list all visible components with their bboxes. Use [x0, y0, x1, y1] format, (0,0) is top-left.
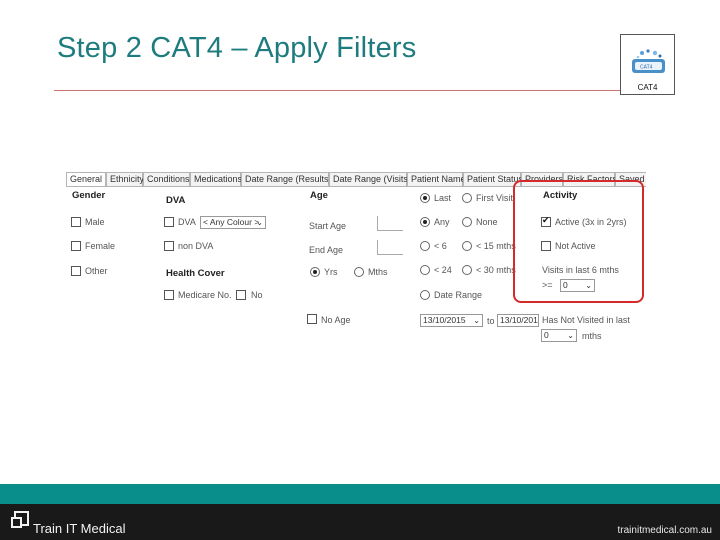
- train-it-logo-icon: [11, 511, 29, 528]
- female-checkbox[interactable]: [71, 241, 81, 251]
- yrs-label: Yrs: [324, 267, 338, 277]
- date-from-value: 13/10/2015: [423, 315, 466, 325]
- title-divider: [54, 90, 622, 91]
- has-not-visited-value: 0: [544, 330, 549, 340]
- tab-medications[interactable]: Medications: [190, 172, 242, 187]
- tab-date-range-visits[interactable]: Date Range (Visits): [329, 172, 411, 187]
- chevron-down-icon: ⌄: [256, 218, 263, 227]
- any-radio[interactable]: [420, 217, 430, 227]
- tab-date-range-results[interactable]: Date Range (Results): [241, 172, 332, 187]
- date-range-radio[interactable]: [420, 290, 430, 300]
- non-dva-checkbox[interactable]: [164, 241, 174, 251]
- none-radio[interactable]: [462, 217, 472, 227]
- footer-teal-bar: [0, 484, 720, 504]
- mths-label: Mths: [368, 267, 388, 277]
- date-from-picker[interactable]: 13/10/2015 ⌄: [420, 314, 483, 327]
- none-label: None: [476, 217, 498, 227]
- dva-heading: DVA: [166, 195, 186, 206]
- tab-patient-status[interactable]: Patient Status: [463, 172, 523, 187]
- has-not-mths-label: mths: [582, 331, 602, 341]
- lt6-radio[interactable]: [420, 241, 430, 251]
- other-checkbox[interactable]: [71, 266, 81, 276]
- first-visit-radio[interactable]: [462, 193, 472, 203]
- tab-patient-name[interactable]: Patient Name: [407, 172, 466, 187]
- mths-radio[interactable]: [354, 267, 364, 277]
- medicare-label: Medicare No.: [178, 290, 232, 300]
- dva-label: DVA: [178, 217, 196, 227]
- male-label: Male: [85, 217, 105, 227]
- last-radio[interactable]: [420, 193, 430, 203]
- health-cover-heading: Health Cover: [166, 268, 225, 279]
- gender-heading: Gender: [72, 190, 106, 201]
- has-not-visited-label: Has Not Visited in last: [542, 315, 630, 325]
- activity-highlight: [513, 180, 644, 303]
- any-label: Any: [434, 217, 450, 227]
- cat4-logo: CAT4 CAT4: [620, 34, 675, 95]
- no-age-checkbox[interactable]: [307, 314, 317, 324]
- female-label: Female: [85, 241, 116, 251]
- cat4-logo-label: CAT4: [637, 83, 658, 92]
- lt15-radio[interactable]: [462, 241, 472, 251]
- yrs-radio[interactable]: [310, 267, 320, 277]
- last-label: Last: [434, 193, 452, 203]
- lt24-radio[interactable]: [420, 265, 430, 275]
- first-visit-label: First Visit: [476, 193, 513, 203]
- start-age-label: Start Age: [309, 221, 347, 231]
- footer-brand: Train IT Medical: [33, 521, 126, 536]
- chevron-down-icon: ⌄: [473, 316, 480, 325]
- tab-conditions[interactable]: Conditions: [143, 172, 190, 187]
- lt15-label: < 15 mths: [476, 241, 516, 251]
- end-age-label: End Age: [309, 245, 344, 255]
- svg-text:CAT4: CAT4: [640, 65, 653, 71]
- lt30-radio[interactable]: [462, 265, 472, 275]
- has-not-visited-select[interactable]: 0 ⌄: [541, 329, 577, 342]
- no-age-label: No Age: [321, 315, 351, 325]
- end-age-input[interactable]: [377, 240, 403, 255]
- lt24-label: < 24: [434, 265, 452, 275]
- date-to-value: 13/10/201: [500, 315, 538, 325]
- cat4-app-icon: CAT4: [632, 49, 665, 73]
- other-label: Other: [85, 266, 108, 276]
- age-heading: Age: [310, 190, 328, 201]
- lt6-label: < 6: [434, 241, 447, 251]
- non-dva-label: non DVA: [178, 241, 214, 251]
- dva-colour-value: < Any Colour >: [203, 217, 260, 227]
- date-to-picker[interactable]: 13/10/201: [497, 314, 539, 327]
- no-medicare-label: No: [251, 290, 263, 300]
- tab-general[interactable]: General: [66, 172, 106, 187]
- start-age-input[interactable]: [377, 216, 403, 231]
- to-label: to: [487, 316, 495, 326]
- lt30-label: < 30 mths: [476, 265, 516, 275]
- dva-colour-select[interactable]: < Any Colour > ⌄: [200, 216, 266, 229]
- medicare-checkbox[interactable]: [164, 290, 174, 300]
- tab-ethnicity[interactable]: Ethnicity: [106, 172, 144, 187]
- chevron-down-icon: ⌄: [567, 331, 574, 340]
- slide-title: Step 2 CAT4 – Apply Filters: [57, 32, 417, 64]
- footer-url[interactable]: trainitmedical.com.au: [618, 525, 712, 536]
- no-medicare-checkbox[interactable]: [236, 290, 246, 300]
- dva-checkbox[interactable]: [164, 217, 174, 227]
- male-checkbox[interactable]: [71, 217, 81, 227]
- date-range-label: Date Range: [434, 290, 483, 300]
